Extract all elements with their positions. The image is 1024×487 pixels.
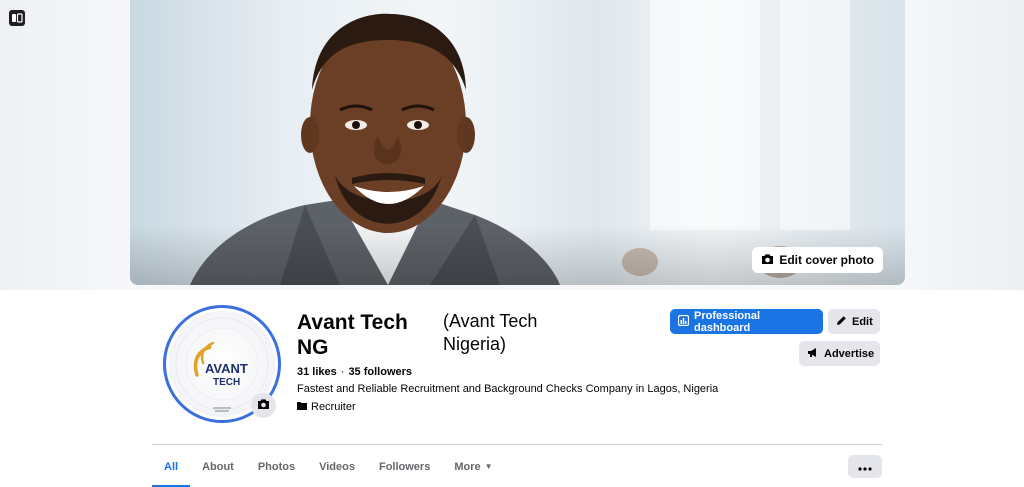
tab-label: More (454, 460, 481, 473)
advertise-button[interactable]: Advertise (799, 341, 880, 366)
dashboard-icon (677, 314, 690, 329)
caret-down-icon: ▼ (484, 462, 493, 471)
followers-count[interactable]: 35 followers (348, 366, 412, 378)
category-label: Recruiter (311, 401, 356, 413)
likes-count[interactable]: 31 likes (297, 366, 337, 378)
tab-videos[interactable]: Videos (307, 446, 367, 487)
camera-icon (761, 253, 774, 268)
tab-label: Followers (378, 460, 431, 473)
page-title: Avant Tech NG (297, 311, 408, 359)
update-profile-picture-button[interactable] (251, 393, 276, 418)
tab-more[interactable]: More ▼ (442, 446, 504, 487)
megaphone-icon (807, 347, 819, 361)
tab-label: Photos (257, 460, 296, 473)
header-divider (152, 444, 882, 445)
logo-text-tech: TECH (213, 377, 240, 388)
folder-icon (297, 401, 307, 413)
page-bio: Fastest and Reliable Recruitment and Bac… (297, 383, 719, 395)
tab-about[interactable]: About (190, 446, 246, 487)
more-options-button[interactable] (848, 455, 882, 478)
pencil-icon (836, 315, 847, 329)
sidebar-toggle-icon[interactable] (9, 10, 25, 26)
advertise-label: Advertise (824, 347, 875, 360)
professional-dashboard-label: Professional dashboard (694, 309, 761, 334)
professional-dashboard-button[interactable]: Professional dashboard (670, 309, 823, 334)
tab-all[interactable]: All (152, 446, 191, 487)
stats-separator: · (340, 366, 345, 378)
page-alternate-name: (Avant Tech Nigeria) (443, 311, 538, 354)
logo-text-avant: AVANT (205, 361, 248, 376)
edit-cover-photo-label: Edit cover photo (779, 253, 874, 267)
page-tabs: All About Photos Videos Followers More ▼ (152, 446, 505, 487)
tab-followers[interactable]: Followers (367, 446, 442, 487)
tab-label: About (202, 460, 234, 473)
edit-cover-photo-button[interactable]: Edit cover photo (752, 247, 883, 273)
cover-photo[interactable]: Edit cover photo (130, 0, 905, 285)
edit-page-button[interactable]: Edit (828, 309, 880, 334)
ellipsis-icon (858, 458, 872, 476)
edit-label: Edit (852, 315, 873, 328)
tab-photos[interactable]: Photos (246, 446, 307, 487)
tab-label: Videos (319, 460, 355, 473)
tab-label: All (164, 460, 179, 473)
page-category: Recruiter (297, 401, 356, 413)
page-stats: 31 likes · 35 followers (297, 366, 412, 378)
camera-icon (257, 397, 270, 415)
